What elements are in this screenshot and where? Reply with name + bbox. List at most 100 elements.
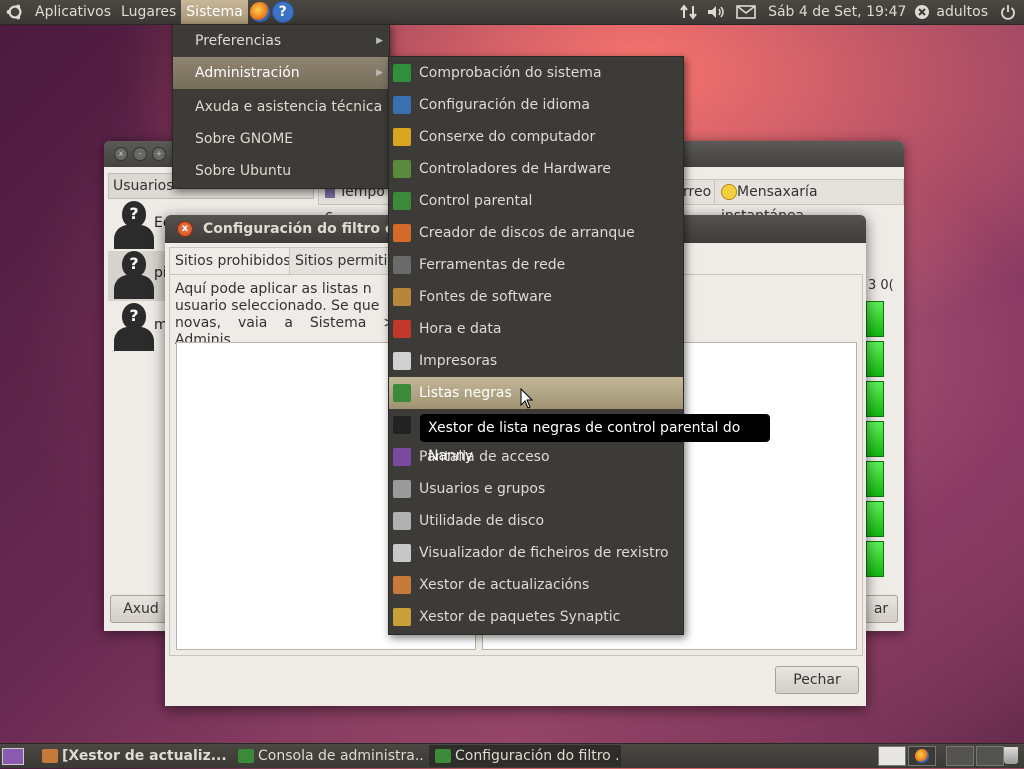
dialog-title: Configuración do filtro c: [203, 221, 394, 237]
network-icon[interactable]: [680, 4, 698, 20]
menu-item-label: Conserxe do computador: [419, 129, 596, 145]
menu-item-software-sources[interactable]: Fontes de software: [389, 281, 683, 313]
calendar-icon: [393, 320, 411, 338]
blacklist-icon: [393, 384, 411, 402]
firefox-icon[interactable]: [249, 2, 270, 22]
avatar: ?: [114, 251, 154, 299]
volume-icon[interactable]: [706, 4, 726, 20]
workspace-3[interactable]: [946, 746, 974, 766]
close-icon[interactable]: x: [114, 147, 128, 161]
tab-instant-messaging[interactable]: Mensaxaría instantánea: [714, 179, 904, 224]
parental-icon: [393, 192, 411, 210]
menu-item-sobre-gnome[interactable]: Sobre GNOME: [173, 123, 389, 155]
tooltip: Xestor de lista negras de control parent…: [420, 414, 770, 464]
menu-item-users[interactable]: Usuarios e grupos: [389, 473, 683, 505]
menu-item-sobre-ubuntu[interactable]: Sobre Ubuntu: [173, 155, 389, 187]
disc-icon: [393, 224, 411, 242]
bottom-panel: [Xestor de actualiz... Consola de admini…: [0, 743, 1024, 768]
menu-item-blacklist[interactable]: Listas negras: [389, 377, 683, 409]
description-text: Aquí pode aplicar as listas n usuario se…: [175, 281, 395, 348]
menu-item-disc[interactable]: Creador de discos de arranque: [389, 217, 683, 249]
menu-item-label: Controladores de Hardware: [419, 161, 611, 177]
user-menu[interactable]: adultos: [930, 0, 994, 24]
synaptic-icon: [393, 608, 411, 626]
tab-blocked-sites[interactable]: Sitios prohibidos: [169, 247, 297, 275]
time-slot-bar[interactable]: [866, 301, 884, 337]
software-sources-icon: [393, 288, 411, 306]
help-button[interactable]: Axud: [110, 595, 172, 623]
workspace-4[interactable]: [976, 746, 1004, 766]
user-row[interactable]: ? me: [108, 303, 176, 353]
menu-sistema[interactable]: Sistema: [181, 0, 248, 24]
close-button[interactable]: ar: [864, 595, 898, 623]
menu-item-update[interactable]: Xestor de actualizacións: [389, 569, 683, 601]
menu-item-calendar[interactable]: Hora e data: [389, 313, 683, 345]
log-viewer-icon: [393, 544, 411, 562]
menu-item-synaptic[interactable]: Xestor de paquetes Synaptic: [389, 601, 683, 633]
workspace-2[interactable]: [908, 746, 936, 766]
submenu-arrow-icon: ▶: [376, 68, 383, 78]
clock[interactable]: Sáb 4 de Set, 19:47: [762, 0, 912, 24]
menu-item-label: Xestor de paquetes Synaptic: [419, 609, 621, 625]
submenu-arrow-icon: ▶: [376, 36, 383, 46]
show-desktop-icon[interactable]: [2, 748, 24, 765]
menu-lugares[interactable]: Lugares: [116, 0, 181, 24]
time-slot-bar[interactable]: [866, 421, 884, 457]
disk-icon: [393, 512, 411, 530]
avatar: ?: [114, 303, 154, 351]
menu-aplicativos[interactable]: Aplicativos: [30, 0, 116, 24]
menu-item-label: Creador de discos de arranque: [419, 225, 635, 241]
close-button[interactable]: Pechar: [775, 666, 859, 694]
menu-item-log-viewer[interactable]: Visualizador de ficheiros de rexistro: [389, 537, 683, 569]
language-icon: [393, 96, 411, 114]
task-filter-config[interactable]: Configuración do filtro ...: [429, 745, 621, 767]
parental-icon: [238, 749, 254, 763]
menu-item-label: Usuarios e grupos: [419, 481, 546, 497]
menu-item-broom[interactable]: Conserxe do computador: [389, 121, 683, 153]
maximize-icon[interactable]: +: [152, 147, 166, 161]
menu-item-preferencias[interactable]: Preferencias ▶: [173, 25, 389, 57]
users-icon: [393, 480, 411, 498]
menu-item-label: Visualizador de ficheiros de rexistro: [419, 545, 669, 561]
workspace-1[interactable]: [878, 746, 906, 766]
menu-item-label: Impresoras: [419, 353, 498, 369]
user-status-icon: [915, 5, 930, 19]
menu-item-label: Fontes de software: [419, 289, 552, 305]
tab-allowed-sites[interactable]: Sitios permitid: [289, 247, 403, 275]
menu-item-disk[interactable]: Utilidade de disco: [389, 505, 683, 537]
time-slot-bar[interactable]: [866, 381, 884, 417]
menu-item-hardware[interactable]: Controladores de Hardware: [389, 153, 683, 185]
parental-icon: [435, 749, 451, 763]
power-icon[interactable]: [1000, 4, 1016, 20]
menu-item-parental[interactable]: Control parental: [389, 185, 683, 217]
menu-item-label: Xestor de actualizacións: [419, 577, 590, 593]
time-label-partial: 3 0(: [868, 278, 894, 293]
login-screen-icon: [393, 448, 411, 466]
panel-indicators: Sáb 4 de Set, 19:47 adultos: [680, 0, 1024, 24]
trash-icon[interactable]: [1004, 747, 1018, 764]
menu-item-printer[interactable]: Impresoras: [389, 345, 683, 377]
menu-item-check[interactable]: Comprobación do sistema: [389, 57, 683, 89]
menu-item-label: Utilidade de disco: [419, 513, 545, 529]
ubuntu-logo-icon[interactable]: [6, 3, 24, 21]
task-admin-console[interactable]: Consola de administra...: [232, 745, 424, 767]
time-slot-bar[interactable]: [866, 541, 884, 577]
task-update-manager[interactable]: [Xestor de actualiz...: [36, 745, 226, 767]
user-row[interactable]: ? Eq: [108, 201, 172, 251]
time-slot-bar[interactable]: [866, 341, 884, 377]
smiley-icon: [721, 184, 737, 200]
help-icon[interactable]: ?: [271, 1, 294, 23]
time-slot-bar[interactable]: [866, 461, 884, 497]
close-icon[interactable]: x: [177, 221, 193, 237]
minimize-icon[interactable]: -: [133, 147, 147, 161]
mail-icon[interactable]: [736, 5, 756, 19]
menu-item-label: Listas negras: [419, 385, 512, 401]
menu-item-network-tools[interactable]: Ferramentas de rede: [389, 249, 683, 281]
menu-item-language[interactable]: Configuración de idioma: [389, 89, 683, 121]
menu-item-administracion[interactable]: Administración ▶: [173, 57, 389, 89]
menu-item-label: Hora e data: [419, 321, 502, 337]
menu-item-axuda[interactable]: Axuda e asistencia técnica: [173, 91, 389, 123]
avatar: ?: [114, 201, 154, 249]
administracion-submenu: Comprobación do sistema Configuración de …: [388, 56, 684, 635]
time-slot-bar[interactable]: [866, 501, 884, 537]
